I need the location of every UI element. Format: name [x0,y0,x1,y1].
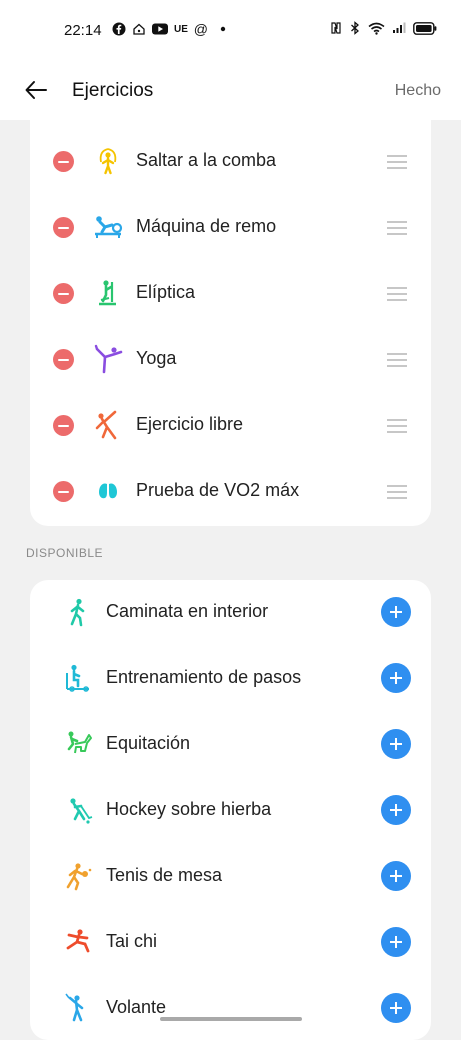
exercise-label: Prueba de VO2 máx [136,480,300,500]
rowing-machine-icon [95,216,123,238]
battery-icon [413,21,437,35]
list-item[interactable]: Equitación [30,712,431,778]
list-item: Máquina de remo [30,195,431,261]
facebook-icon [112,22,126,36]
remove-button[interactable] [53,217,74,238]
list-item[interactable]: Caminata en interior [30,580,431,646]
carrier-badge: UE [174,23,188,35]
list-item[interactable]: Tai chi [30,910,431,976]
signal-icon [393,22,406,33]
jump-rope-icon [99,148,117,175]
exercise-label: Volante [106,997,167,1017]
youtube-icon [152,23,168,35]
list-item: Prueba de VO2 máx [30,459,431,525]
app-bar: Ejercicios Hecho [0,60,461,120]
drag-handle-icon[interactable] [387,221,407,235]
list-item[interactable]: Hockey sobre hierba [30,778,431,844]
list-item: Ejercicio libre [30,393,431,459]
home-indicator[interactable] [160,1017,302,1021]
nfc-icon [331,22,341,34]
indoor-walk-icon [70,598,85,627]
at-icon: @ [193,21,209,37]
selected-exercises-list: Saltar a la comba Máquina de remo Elípti… [30,120,431,526]
drag-handle-icon[interactable] [387,353,407,367]
home-icon [133,23,145,35]
wifi-icon [368,22,385,35]
exercise-label: Tenis de mesa [106,865,223,885]
remove-button[interactable] [53,481,74,502]
step-training-icon [66,664,89,692]
remove-button[interactable] [53,151,74,172]
elliptical-icon [99,280,116,306]
add-button[interactable] [381,927,411,957]
field-hockey-icon [70,798,93,824]
add-button[interactable] [381,663,411,693]
dot-icon [220,26,226,32]
add-button[interactable] [381,597,411,627]
drag-handle-icon[interactable] [387,419,407,433]
page-title: Ejercicios [72,80,154,101]
drag-handle-icon[interactable] [387,287,407,301]
list-item: Elíptica [30,261,431,327]
yoga-icon [94,344,123,374]
exercise-label: Tai chi [106,931,158,951]
exercise-label: Elíptica [136,282,196,302]
list-item: Saltar a la comba [30,129,431,195]
system-icons [330,21,437,35]
add-button[interactable] [381,729,411,759]
badminton-icon [65,993,84,1022]
status-bar: 22:14 UE @ [0,0,461,60]
list-item[interactable]: Volante [30,976,431,1040]
drag-handle-icon[interactable] [387,485,407,499]
remove-button[interactable] [53,349,74,370]
table-tennis-icon [66,863,92,891]
list-item[interactable]: Entrenamiento de pasos [30,646,431,712]
status-time: 22:14 [64,22,102,39]
add-button[interactable] [381,993,411,1023]
exercise-label: Yoga [136,348,177,368]
remove-button[interactable] [53,415,74,436]
drag-handle-icon[interactable] [387,155,407,169]
free-exercise-icon [95,410,117,440]
list-item[interactable]: Tenis de mesa [30,844,431,910]
back-arrow-icon[interactable] [22,76,50,104]
done-button[interactable]: Hecho [395,82,441,100]
exercise-label: Máquina de remo [136,216,277,236]
notification-icons: UE @ [112,21,228,37]
section-header-available: DISPONIBLE [26,546,104,560]
add-button[interactable] [381,861,411,891]
available-exercises-list: Caminata en interior Entrenamiento de pa… [30,580,431,1040]
exercise-label: Equitación [106,733,191,753]
exercise-label: Entrenamiento de pasos [106,667,302,687]
exercise-label: Saltar a la comba [136,150,277,170]
bluetooth-icon [351,21,359,35]
list-item: Yoga [30,327,431,393]
add-button[interactable] [381,795,411,825]
exercise-label: Hockey sobre hierba [106,799,272,819]
remove-button[interactable] [53,283,74,304]
lungs-icon [99,483,117,499]
horse-riding-icon [67,731,92,754]
exercise-label: Caminata en interior [106,601,269,621]
exercise-label: Ejercicio libre [136,414,244,434]
tai-chi-icon [66,929,90,953]
